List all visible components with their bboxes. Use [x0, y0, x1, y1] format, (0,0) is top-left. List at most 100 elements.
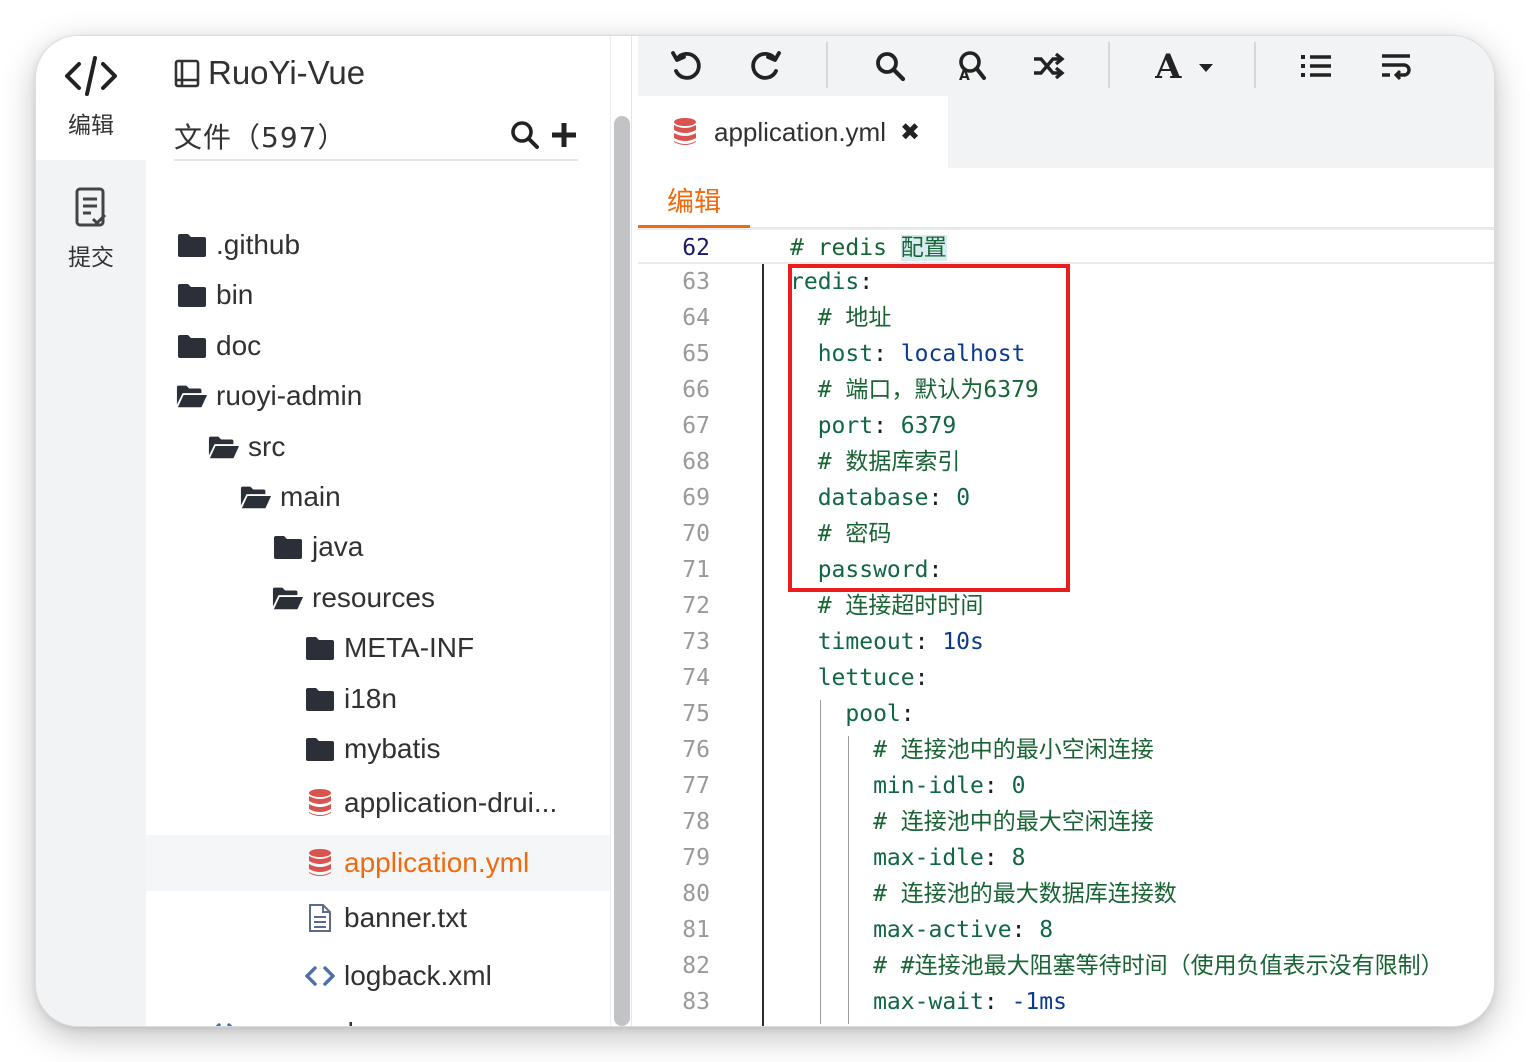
- code-line: 72 # 连接超时时间: [638, 588, 1494, 624]
- tree-item-label: java: [312, 531, 364, 562]
- line-number: 69: [682, 485, 710, 511]
- shuffle-button[interactable]: [1026, 46, 1070, 86]
- undo-button[interactable]: [664, 46, 708, 86]
- tree-item[interactable]: application.yml: [146, 835, 610, 891]
- editor-toolbar: A A: [638, 36, 1494, 96]
- highlight-box: [788, 264, 1070, 592]
- folder-icon: [176, 330, 208, 362]
- close-icon[interactable]: ✖: [900, 118, 920, 146]
- editor-tab-bar: application.yml ✖: [638, 96, 1494, 168]
- code-line: 76 # 连接池中的最小空闲连接: [638, 732, 1494, 768]
- svg-text:A: A: [959, 68, 970, 83]
- tree-item[interactable]: i18n: [146, 674, 610, 724]
- line-number: 81: [682, 917, 710, 943]
- code-line: 62 # redis 配置: [638, 228, 1494, 264]
- line-number: 75: [682, 701, 710, 727]
- code-icon: [65, 56, 117, 96]
- wrap-icon: [1382, 54, 1411, 81]
- database-icon: [674, 118, 696, 145]
- list-button[interactable]: [1294, 46, 1338, 86]
- code-line: 83 max-wait: -1ms: [638, 984, 1494, 1020]
- font-icon: A: [1155, 48, 1213, 84]
- line-number: 83: [682, 989, 710, 1015]
- tree-item-label: resources: [312, 582, 435, 613]
- tree-item-label: ruoyi-admin: [216, 380, 363, 411]
- code-token: # #连接池最大阻塞等待时间（使用负值表示没有限制）: [790, 953, 1444, 979]
- tree-item[interactable]: application-drui...: [146, 778, 610, 828]
- code-line: 80 # 连接池的最大数据库连接数: [638, 876, 1494, 912]
- tab-application-yml[interactable]: application.yml ✖: [638, 96, 948, 168]
- tree-item-label: logback.xml: [344, 960, 492, 991]
- redo-button[interactable]: [744, 46, 788, 86]
- line-number: 64: [682, 305, 710, 331]
- tree-item[interactable]: doc: [146, 321, 610, 371]
- find-button[interactable]: [868, 46, 912, 86]
- code-token: 8: [1011, 845, 1026, 871]
- tree-item[interactable]: banner.txt: [146, 893, 610, 943]
- code-text: # redis 配置: [790, 230, 947, 266]
- code-text: max-wait: -1ms: [790, 984, 1067, 1020]
- line-number: 71: [682, 557, 710, 583]
- tab-label: application.yml: [714, 116, 886, 147]
- tree-item-label: pom.xml: [248, 1017, 354, 1026]
- tree-item[interactable]: logback.xml: [146, 951, 610, 1001]
- tree-item[interactable]: META-INF: [146, 623, 610, 673]
- line-number: 77: [682, 773, 710, 799]
- tree-item-label: banner.txt: [344, 902, 467, 933]
- code-token: pool: [790, 701, 901, 727]
- book-icon: [174, 59, 200, 88]
- code-text: # #连接池最大阻塞等待时间（使用负值表示没有限制）: [790, 948, 1444, 984]
- svg-text:A: A: [1155, 48, 1182, 84]
- font-button[interactable]: A: [1152, 46, 1222, 86]
- activity-commit[interactable]: 提交: [36, 186, 146, 286]
- tree-item[interactable]: ruoyi-admin: [146, 371, 610, 421]
- code-line: 75 pool:: [638, 696, 1494, 732]
- add-file-icon[interactable]: [550, 120, 578, 150]
- line-number: 78: [682, 809, 710, 835]
- search-icon[interactable]: [510, 120, 540, 150]
- tree-item[interactable]: java: [146, 522, 610, 572]
- code-token: :: [983, 845, 1012, 871]
- line-number: 79: [682, 845, 710, 871]
- document-check-icon: [75, 187, 107, 227]
- database-icon: [304, 847, 336, 879]
- tree-item[interactable]: bin: [146, 270, 610, 320]
- tree-item[interactable]: mybatis: [146, 724, 610, 774]
- code-token: -1ms: [1011, 989, 1067, 1015]
- tree-item[interactable]: pom.xml: [146, 1008, 610, 1026]
- tab-edit-mode[interactable]: 编辑: [638, 180, 750, 228]
- tree-item-label: bin: [216, 279, 254, 310]
- tree-item-label: application-drui...: [344, 787, 558, 818]
- code-text: # 连接池中的最小空闲连接: [790, 732, 1154, 768]
- tree-item-label: application.yml: [344, 847, 530, 878]
- code-token: :: [1011, 917, 1040, 943]
- app-window: 编辑 提交 RuoYi-Vue 文件（597） .github bin doc …: [36, 36, 1494, 1026]
- redo-icon: [751, 51, 781, 80]
- indent-guide: [848, 736, 849, 1024]
- tree-item-label: doc: [216, 330, 262, 361]
- folder-icon: [272, 531, 304, 563]
- line-number: 72: [682, 593, 710, 619]
- wrap-button[interactable]: [1374, 46, 1418, 86]
- code-line: 74 lettuce:: [638, 660, 1494, 696]
- replace-button[interactable]: A: [948, 46, 992, 86]
- code-token: # 连接池中的最大空闲连接: [790, 809, 1154, 835]
- explorer-scrollbar-thumb[interactable]: [614, 116, 630, 1026]
- code-token: :: [983, 989, 1012, 1015]
- tree-item[interactable]: main: [146, 472, 610, 522]
- code-token: 0: [1011, 773, 1026, 799]
- line-number: 65: [682, 341, 710, 367]
- line-number: 66: [682, 377, 710, 403]
- code-line: 73 timeout: 10s: [638, 624, 1494, 660]
- activity-commit-label: 提交: [68, 245, 114, 271]
- code-file-icon: [304, 960, 336, 992]
- line-number: 80: [682, 881, 710, 907]
- code-token: :: [900, 701, 915, 727]
- mode-bar: 编辑: [638, 168, 1494, 228]
- line-number: 74: [682, 665, 710, 691]
- search-icon: [876, 52, 906, 82]
- tree-item[interactable]: src: [146, 422, 610, 472]
- activity-edit[interactable]: 编辑: [36, 36, 146, 160]
- tree-item[interactable]: .github: [146, 220, 610, 270]
- tree-item[interactable]: resources: [146, 573, 610, 623]
